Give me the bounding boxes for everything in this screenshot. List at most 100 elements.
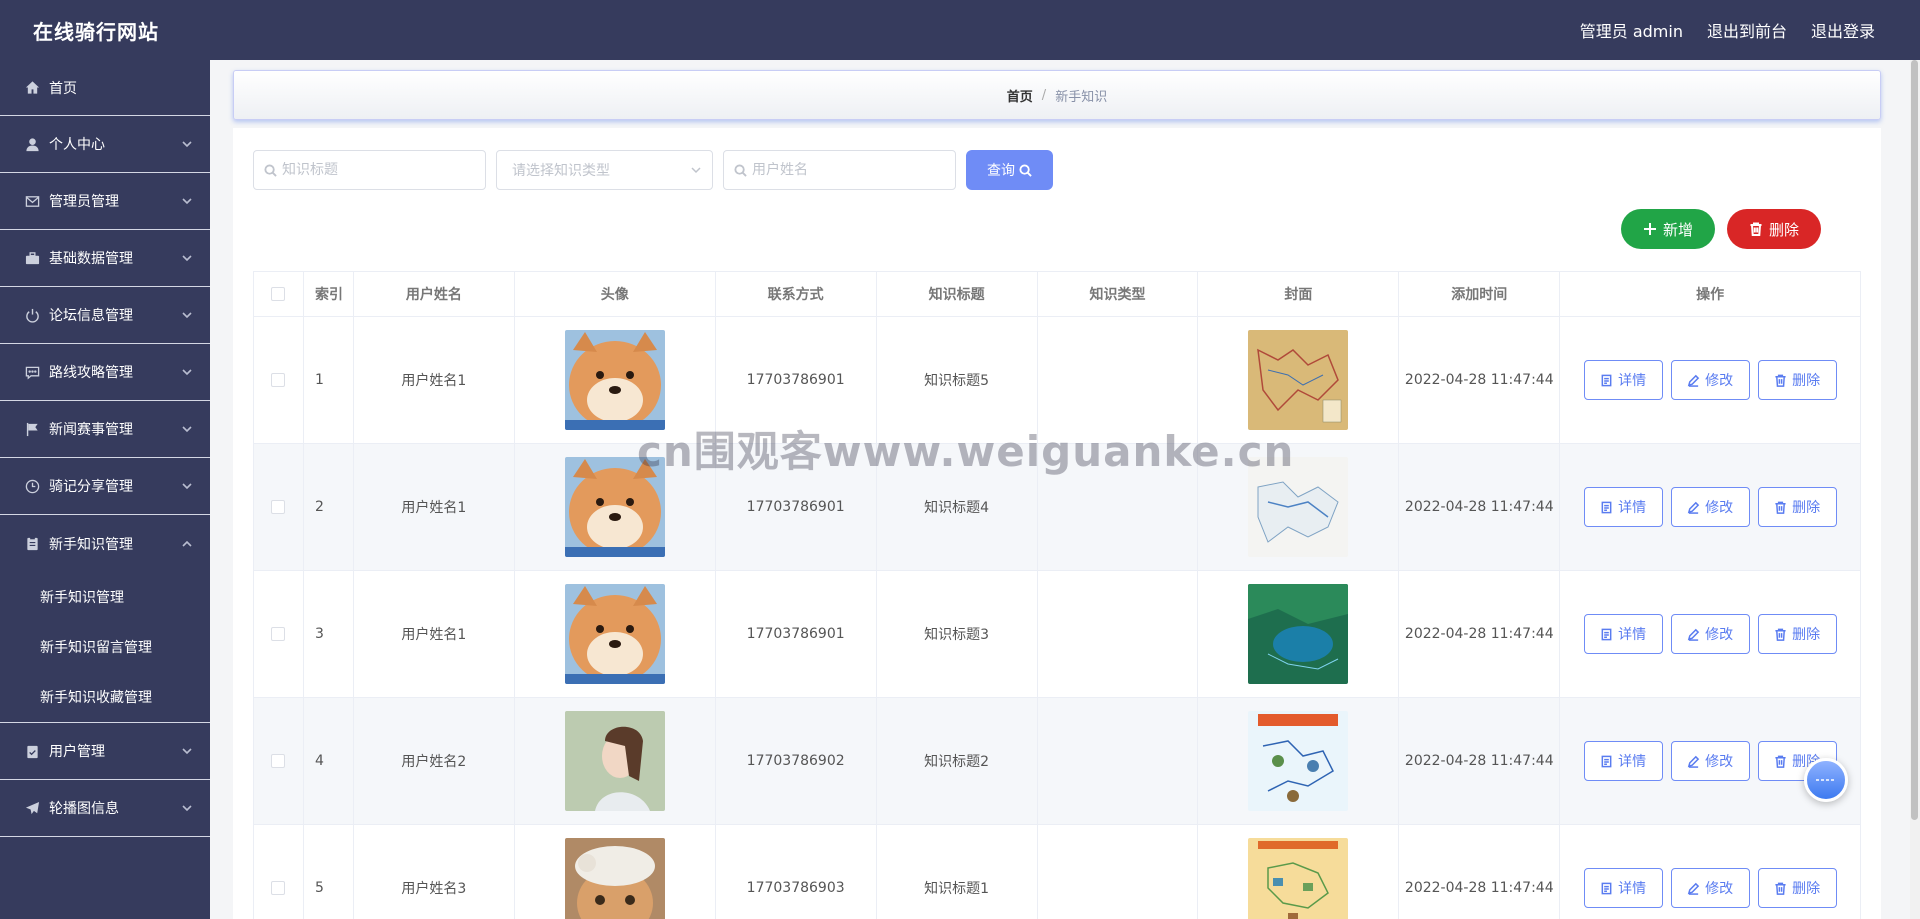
row-delete-button[interactable]: 删除 (1757, 360, 1837, 400)
edit-button[interactable]: 修改 (1670, 360, 1750, 400)
row-delete-button[interactable]: 删除 (1757, 614, 1837, 654)
row-delete-button-label: 删除 (1792, 627, 1821, 643)
detail-button[interactable]: 详情 (1583, 487, 1663, 527)
header-cover: 封面 (1198, 272, 1400, 317)
edit-button[interactable]: 修改 (1670, 868, 1750, 908)
query-button-label: 查询 (987, 163, 1015, 179)
edit-icon (1687, 501, 1700, 514)
cell-index: 2 (303, 444, 354, 571)
avatar-girl-image (564, 711, 665, 811)
edit-button[interactable]: 修改 (1670, 614, 1750, 654)
row-checkbox[interactable] (271, 500, 286, 514)
sidebar-item-route-guide[interactable]: 路线攻略管理 (0, 344, 210, 401)
row-delete-button[interactable]: 删除 (1757, 868, 1837, 908)
edit-icon (1687, 628, 1700, 641)
detail-button[interactable]: 详情 (1583, 614, 1663, 654)
edit-button-label: 修改 (1705, 881, 1734, 897)
sidebar-submenu: 新手知识管理 新手知识留言管理 新手知识收藏管理 (0, 572, 210, 723)
sidebar-item-personal-center[interactable]: 个人中心 (0, 116, 210, 173)
sidebar-subitem-knowledge[interactable]: 新手知识管理 (0, 572, 210, 622)
logout-link[interactable]: 退出登录 (1811, 18, 1875, 42)
edit-button-label: 修改 (1705, 627, 1734, 643)
cell-user-name: 用户姓名2 (353, 698, 515, 825)
chevron-down-icon (182, 746, 192, 756)
exit-to-frontend-link[interactable]: 退出到前台 (1707, 18, 1787, 42)
cover-map-image (1248, 330, 1349, 430)
detail-button[interactable]: 详情 (1583, 360, 1663, 400)
row-delete-button-label: 删除 (1792, 881, 1821, 897)
cell-operations: 详情 修改 删除 (1560, 444, 1862, 571)
delete-button[interactable]: 删除 (1727, 209, 1821, 249)
edit-icon (1687, 882, 1700, 895)
home-icon (24, 80, 40, 96)
detail-button-label: 详情 (1618, 881, 1647, 897)
sidebar-item-label: 新闻赛事管理 (49, 422, 133, 438)
chevron-down-icon (691, 167, 701, 174)
cell-contact: 17703786901 (715, 571, 877, 698)
sidebar-item-label: 用户管理 (49, 744, 105, 760)
select-all-checkbox[interactable] (271, 287, 286, 301)
title-search-input[interactable] (282, 162, 462, 178)
edit-button[interactable]: 修改 (1670, 487, 1750, 527)
cell-user-name: 用户姓名3 (354, 825, 515, 919)
sidebar-subitem-knowledge-favorites[interactable]: 新手知识收藏管理 (0, 672, 210, 722)
type-select[interactable]: 请选择知识类型 (496, 150, 713, 190)
sidebar-item-label: 论坛信息管理 (49, 308, 133, 324)
cell-type (1037, 571, 1199, 698)
sidebar-item-home[interactable]: 首页 (0, 60, 210, 116)
sidebar-item-label: 基础数据管理 (49, 251, 133, 267)
trash-icon (1775, 374, 1786, 387)
row-delete-button[interactable]: 删除 (1757, 487, 1837, 527)
row-checkbox-cell (254, 825, 304, 919)
sidebar-item-carousel[interactable]: 轮播图信息 (0, 780, 210, 837)
row-checkbox[interactable] (271, 373, 286, 387)
document-icon (1601, 628, 1612, 640)
top-header: 在线骑行网站 管理员 admin 退出到前台 退出登录 (0, 0, 1920, 60)
row-checkbox[interactable] (271, 881, 286, 895)
cell-operations: 详情 修改 删除 (1560, 571, 1862, 698)
user-search-input[interactable] (752, 162, 932, 178)
breadcrumb: 首页 / 新手知识 (233, 70, 1881, 120)
row-checkbox-cell (254, 698, 304, 825)
query-button[interactable]: 查询 (966, 150, 1053, 190)
detail-button[interactable]: 详情 (1583, 741, 1663, 781)
action-buttons: 新增 删除 (1621, 209, 1821, 249)
sidebar-item-admin-management[interactable]: 管理员管理 (0, 173, 210, 230)
site-title: 在线骑行网站 (33, 19, 159, 44)
sidebar-item-label: 新手知识管理 (49, 536, 133, 553)
row-checkbox[interactable] (271, 754, 286, 768)
cell-cover (1198, 698, 1400, 825)
sidebar-item-basic-data[interactable]: 基础数据管理 (0, 230, 210, 287)
title-search-field[interactable] (253, 150, 486, 190)
page-scrollbar-thumb[interactable] (1911, 60, 1918, 820)
chevron-down-icon (182, 481, 192, 491)
detail-button-label: 详情 (1618, 373, 1647, 389)
sidebar-item-ride-share[interactable]: 骑记分享管理 (0, 458, 210, 515)
breadcrumb-home[interactable]: 首页 (1007, 86, 1033, 105)
chevron-down-icon (182, 367, 192, 377)
detail-button[interactable]: 详情 (1583, 868, 1663, 908)
search-bar: 请选择知识类型 查询 (253, 150, 1053, 190)
header-operations: 操作 (1560, 272, 1862, 317)
row-checkbox[interactable] (271, 627, 286, 641)
user-search-field[interactable] (723, 150, 956, 190)
chevron-down-icon (182, 196, 192, 206)
cell-type (1038, 825, 1199, 919)
cell-operations: 详情 修改 删除 (1560, 317, 1862, 444)
cell-operations: 详情 修改 删除 (1560, 825, 1862, 919)
add-button[interactable]: 新增 (1621, 209, 1715, 249)
sidebar-item-news-events[interactable]: 新闻赛事管理 (0, 401, 210, 458)
cover-map-image (1248, 584, 1349, 684)
sidebar-item-label: 首页 (49, 80, 77, 97)
avatar-shiba-image (564, 584, 665, 684)
header-checkbox-cell (254, 272, 304, 317)
sidebar-item-label: 个人中心 (49, 137, 105, 153)
cell-cover (1198, 571, 1400, 698)
admin-user-link[interactable]: 管理员 admin (1580, 18, 1683, 42)
sidebar-item-forum[interactable]: 论坛信息管理 (0, 287, 210, 344)
sidebar-subitem-knowledge-comments[interactable]: 新手知识留言管理 (0, 622, 210, 672)
sidebar-item-users[interactable]: 用户管理 (0, 723, 210, 780)
edit-button[interactable]: 修改 (1670, 741, 1750, 781)
sidebar-item-beginner-knowledge[interactable]: 新手知识管理 (0, 515, 210, 572)
floating-assistant-button[interactable] (1804, 758, 1848, 802)
